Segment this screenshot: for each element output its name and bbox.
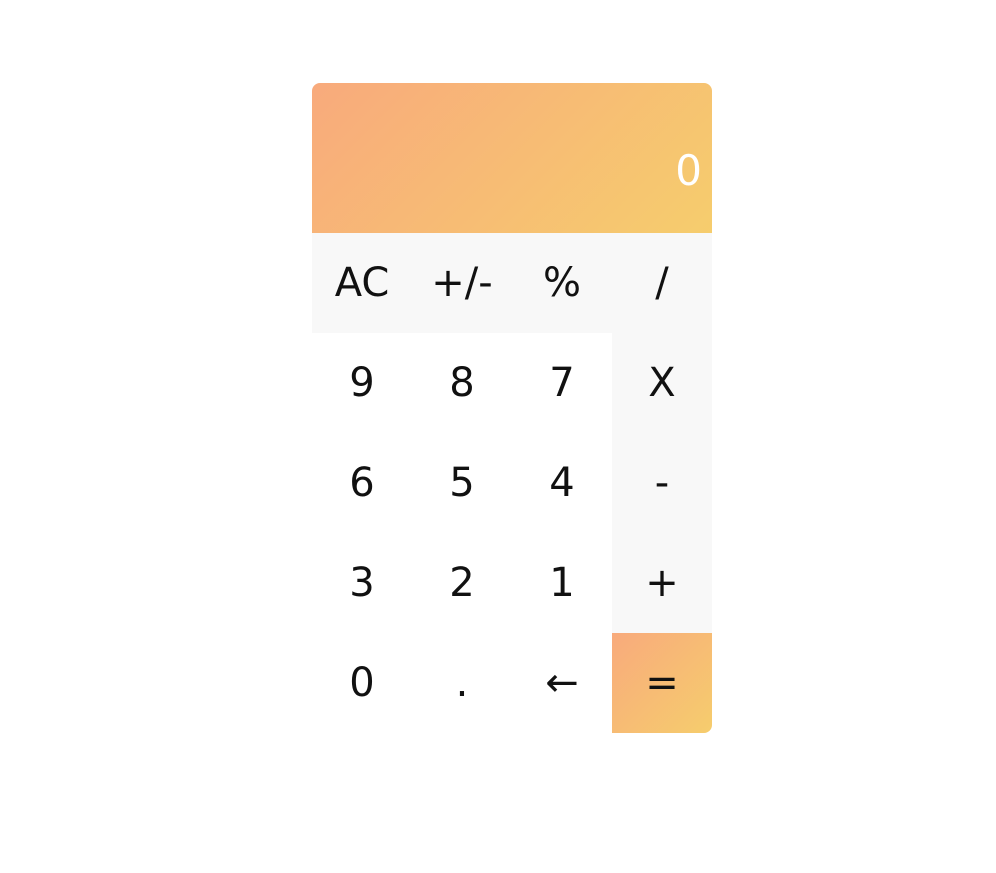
- digit-8-button[interactable]: 8: [412, 333, 512, 433]
- digit-5-button[interactable]: 5: [412, 433, 512, 533]
- backspace-button[interactable]: ←: [512, 633, 612, 733]
- digit-2-button[interactable]: 2: [412, 533, 512, 633]
- digit-9-button[interactable]: 9: [312, 333, 412, 433]
- add-button[interactable]: +: [612, 533, 712, 633]
- decimal-button[interactable]: .: [412, 633, 512, 733]
- digit-7-button[interactable]: 7: [512, 333, 612, 433]
- calculator: 0 AC +/- % / 9 8 7 X 6 5 4 - 3 2 1 + 0 .…: [312, 83, 712, 733]
- digit-6-button[interactable]: 6: [312, 433, 412, 533]
- percent-button[interactable]: %: [512, 233, 612, 333]
- keypad: AC +/- % / 9 8 7 X 6 5 4 - 3 2 1 + 0 . ←…: [312, 233, 712, 733]
- divide-button[interactable]: /: [612, 233, 712, 333]
- display-value: 0: [675, 146, 702, 195]
- multiply-button[interactable]: X: [612, 333, 712, 433]
- subtract-button[interactable]: -: [612, 433, 712, 533]
- digit-1-button[interactable]: 1: [512, 533, 612, 633]
- equals-button[interactable]: =: [612, 633, 712, 733]
- clear-button[interactable]: AC: [312, 233, 412, 333]
- digit-3-button[interactable]: 3: [312, 533, 412, 633]
- digit-0-button[interactable]: 0: [312, 633, 412, 733]
- toggle-sign-button[interactable]: +/-: [412, 233, 512, 333]
- digit-4-button[interactable]: 4: [512, 433, 612, 533]
- display-panel: 0: [312, 83, 712, 233]
